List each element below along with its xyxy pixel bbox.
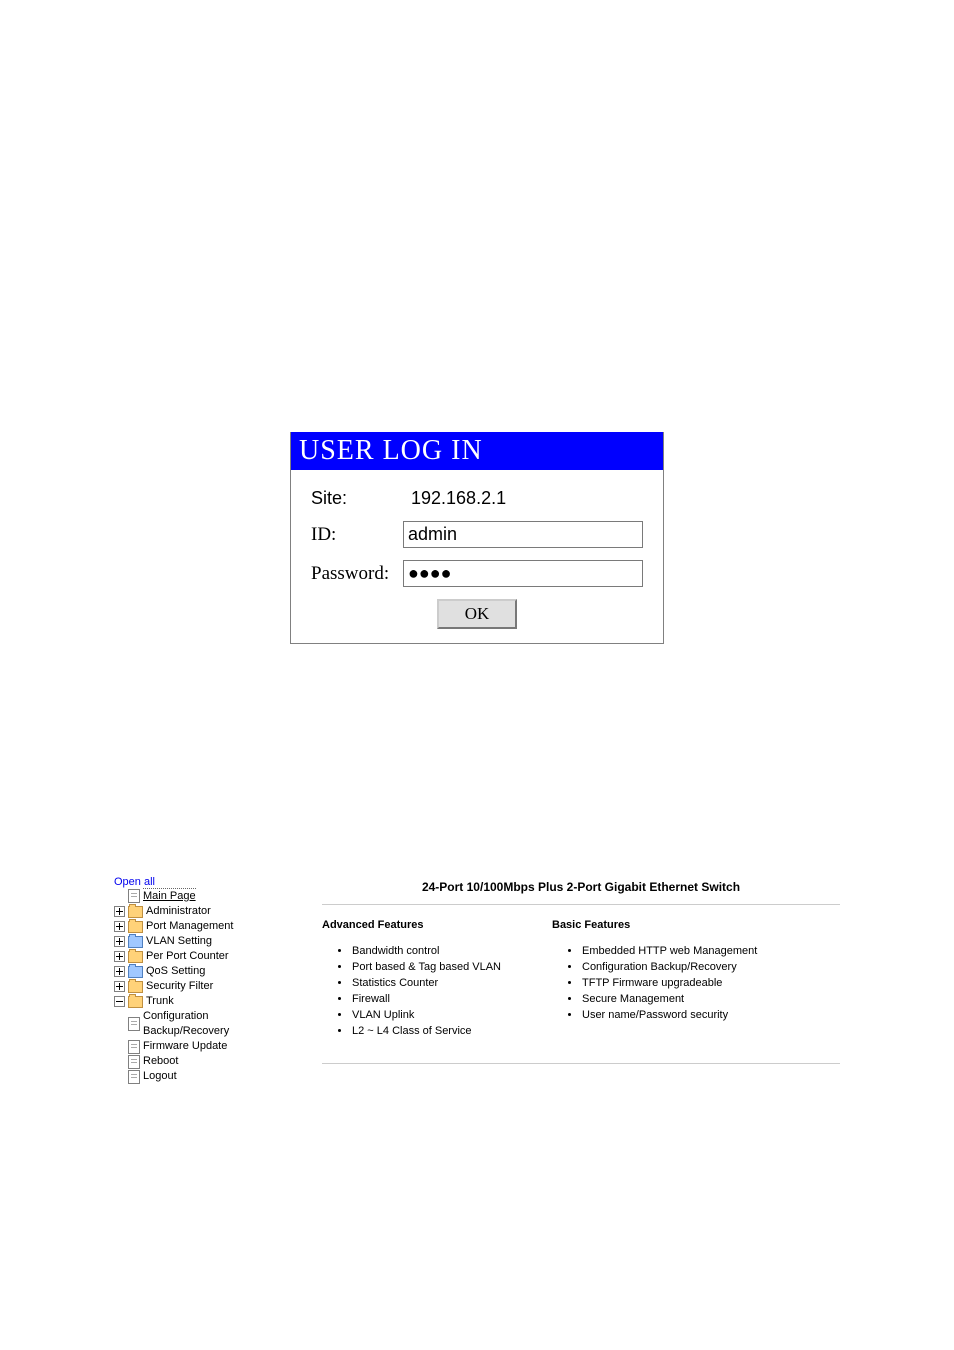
login-body: Site: 192.168.2.1 ID: Password: OK [291,470,663,643]
login-dialog: USER LOG IN Site: 192.168.2.1 ID: Passwo… [290,432,664,644]
basic-heading: Basic Features [552,919,782,931]
list-item: Port based & Tag based VLAN [342,959,552,975]
minus-icon[interactable] [114,996,125,1007]
document-icon [128,1040,140,1054]
folder-icon [128,966,143,978]
basic-features-column: Basic Features Embedded HTTP web Managem… [552,919,782,1039]
list-item: Bandwidth control [342,943,552,959]
basic-list: Embedded HTTP web Management Configurati… [552,943,782,1023]
list-item: Configuration Backup/Recovery [572,959,782,975]
tree-item-label[interactable]: Administrator [146,904,211,919]
tree-item-label[interactable]: Per Port Counter [146,949,229,964]
list-item: Embedded HTTP web Management [572,943,782,959]
document-icon [128,889,140,903]
plus-icon[interactable] [114,981,125,992]
list-item: TFTP Firmware upgradeable [572,975,782,991]
password-input[interactable] [403,560,643,587]
page-title: 24-Port 10/100Mbps Plus 2-Port Gigabit E… [322,880,840,905]
advanced-heading: Advanced Features [322,919,552,931]
site-value: 192.168.2.1 [411,488,506,509]
tree-firmware-update[interactable]: Firmware Update [114,1039,294,1054]
tree-item-label[interactable]: Trunk [146,994,174,1009]
tree-item-label[interactable]: VLAN Setting [146,934,212,949]
tree-reboot[interactable]: Reboot [114,1054,294,1069]
ok-button[interactable]: OK [437,599,518,629]
tree-item-label[interactable]: Firmware Update [143,1039,227,1054]
tree-vlan-setting[interactable]: VLAN Setting [114,934,294,949]
advanced-features-column: Advanced Features Bandwidth control Port… [322,919,552,1039]
tree-main-page-item[interactable]: Main Page [114,888,294,904]
folder-icon [128,996,143,1008]
tree-port-management[interactable]: Port Management [114,919,294,934]
id-input[interactable] [403,521,643,548]
main-page-link[interactable]: Main Page [143,888,196,904]
list-item: VLAN Uplink [342,1007,552,1023]
tree-item-label[interactable]: Security Filter [146,979,213,994]
list-item: L2 ~ L4 Class of Service [342,1023,552,1039]
login-header: USER LOG IN [291,432,663,470]
tree-config-backup[interactable]: ConfigurationBackup/Recovery [114,1009,294,1039]
id-label: ID: [311,524,403,546]
advanced-list: Bandwidth control Port based & Tag based… [322,943,552,1039]
list-item: Statistics Counter [342,975,552,991]
list-item: User name/Password security [572,1007,782,1023]
tree-qos-setting[interactable]: QoS Setting [114,964,294,979]
tree-item-label[interactable]: ConfigurationBackup/Recovery [143,1009,229,1039]
plus-icon[interactable] [114,936,125,947]
document-icon [128,1070,140,1084]
tree-item-label[interactable]: Logout [143,1069,177,1084]
divider [322,1063,840,1064]
plus-icon[interactable] [114,906,125,917]
tree-per-port-counter[interactable]: Per Port Counter [114,949,294,964]
open-all-link[interactable]: Open all [114,876,294,888]
document-icon [128,1017,140,1031]
password-label: Password: [311,563,403,585]
folder-icon [128,951,143,963]
tree-logout[interactable]: Logout [114,1069,294,1084]
list-item: Secure Management [572,991,782,1007]
tree-item-label[interactable]: Port Management [146,919,233,934]
main-page-container: Open all Main Page Administrator Port Ma… [0,876,954,1084]
folder-icon [128,936,143,948]
folder-icon [128,981,143,993]
tree-item-label[interactable]: Reboot [143,1054,178,1069]
tree-security-filter[interactable]: Security Filter [114,979,294,994]
features-row: Advanced Features Bandwidth control Port… [322,919,840,1039]
list-item: Firewall [342,991,552,1007]
content-area: 24-Port 10/100Mbps Plus 2-Port Gigabit E… [294,876,840,1084]
tree-administrator[interactable]: Administrator [114,904,294,919]
navigation-tree: Open all Main Page Administrator Port Ma… [114,876,294,1084]
plus-icon[interactable] [114,921,125,932]
plus-icon[interactable] [114,966,125,977]
document-icon [128,1055,140,1069]
folder-icon [128,906,143,918]
site-label: Site: [311,488,411,509]
tree-trunk[interactable]: Trunk [114,994,294,1009]
plus-icon[interactable] [114,951,125,962]
tree-item-label[interactable]: QoS Setting [146,964,205,979]
folder-icon [128,921,143,933]
